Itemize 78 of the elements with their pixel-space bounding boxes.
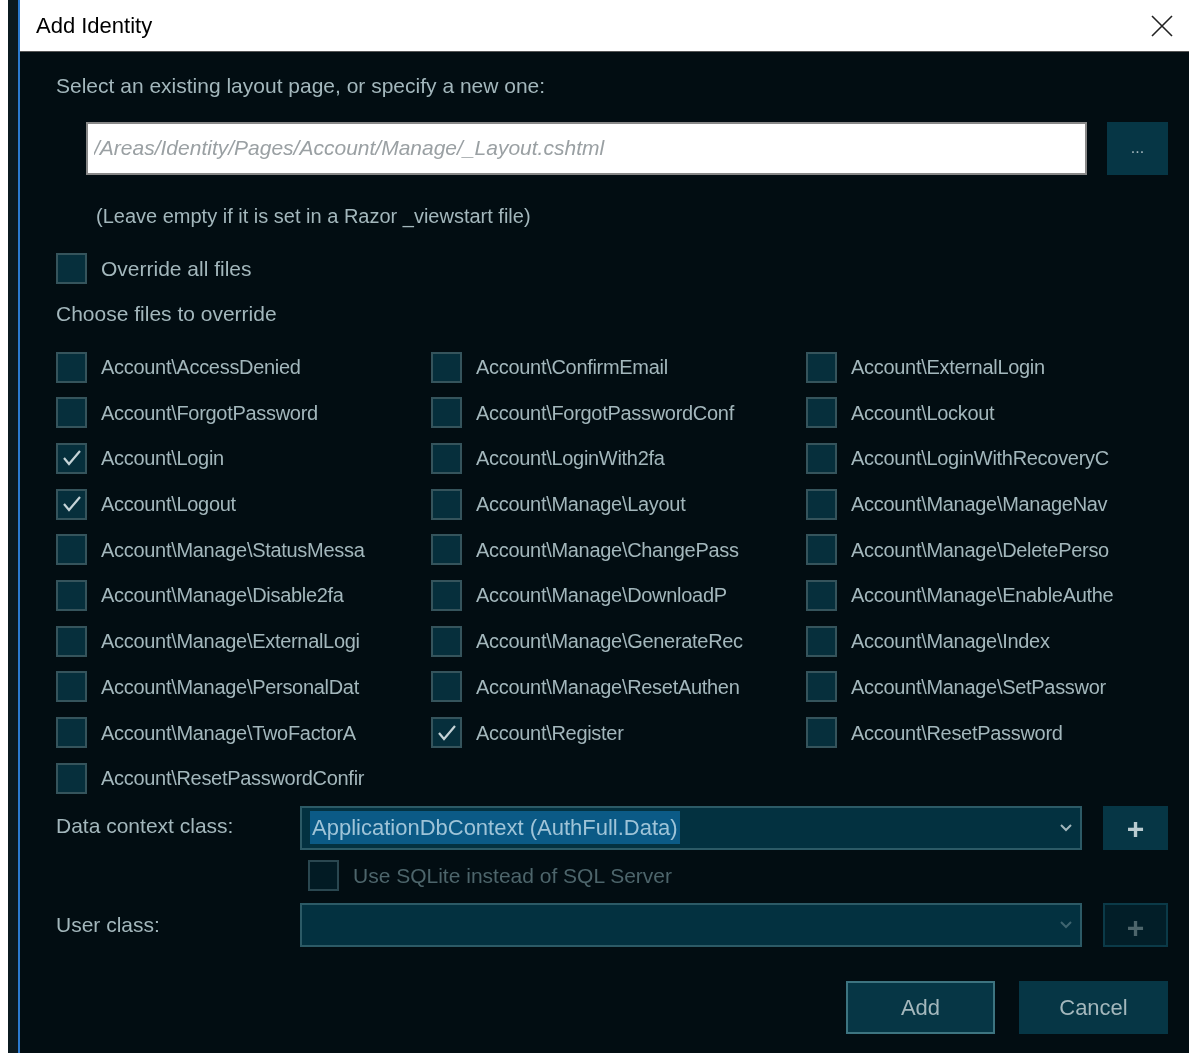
file-label: Account\Login — [101, 446, 224, 472]
file-label: Account\Manage\ExternalLogi — [101, 629, 360, 655]
file-label: Account\Lockout — [851, 400, 995, 426]
checkbox[interactable] — [806, 671, 837, 703]
file-label: Account\Manage\DownloadP — [476, 583, 727, 609]
checkbox[interactable] — [56, 397, 87, 429]
override-all-label: Override all files — [101, 255, 252, 282]
checkbox[interactable] — [56, 488, 87, 520]
dropdown-value: ApplicationDbContext (AuthFull.Data) — [310, 811, 680, 845]
checkbox[interactable] — [431, 671, 462, 703]
file-label: Account\Manage\ResetAuthen — [476, 674, 740, 700]
chevron-down-icon — [1060, 921, 1072, 930]
layout-prompt: Select an existing layout page, or specify a new one: — [56, 73, 546, 99]
checkbox[interactable] — [806, 579, 837, 611]
file-label: Account\Manage\ChangePass — [476, 537, 739, 563]
checkbox[interactable] — [56, 717, 87, 748]
file-label: Account\Manage\ManageNav — [851, 492, 1108, 518]
file-label: Account\Manage\EnableAuthe — [851, 583, 1114, 609]
checkbox[interactable] — [806, 717, 837, 748]
checkbox[interactable] — [806, 488, 837, 520]
file-label: Account\Manage\Index — [851, 629, 1050, 655]
dialog-button[interactable]: Cancel — [1019, 981, 1168, 1035]
checkbox[interactable] — [431, 625, 462, 657]
checkbox[interactable] — [431, 717, 462, 748]
checkbox[interactable] — [431, 442, 462, 474]
checkbox[interactable] — [806, 442, 837, 474]
checkmark-icon — [62, 496, 81, 513]
file-label: Account\ResetPasswordConfir — [101, 766, 365, 792]
add-context-button[interactable]: + — [1103, 805, 1168, 850]
checkbox[interactable] — [56, 534, 87, 566]
close-icon[interactable] — [1151, 14, 1173, 37]
checkbox[interactable] — [56, 252, 87, 284]
file-label: Account\Manage\SetPasswor — [851, 674, 1106, 700]
files-heading: Choose files to override — [56, 301, 277, 327]
file-label: Account\Manage\DeletePerso — [851, 537, 1109, 563]
checkbox[interactable] — [806, 534, 837, 566]
browse-button[interactable]: ... — [1107, 121, 1168, 175]
dialog-button[interactable]: Add — [846, 981, 995, 1035]
checkbox[interactable] — [431, 488, 462, 520]
file-label: Account\ConfirmEmail — [476, 355, 668, 380]
checkbox[interactable] — [431, 397, 462, 429]
data-context-dropdown[interactable]: ApplicationDbContext (AuthFull.Data) — [300, 805, 1082, 850]
file-label: Account\Manage\PersonalDat — [101, 674, 359, 700]
file-label: Account\LoginWithRecoveryC — [851, 446, 1109, 472]
file-label: Account\Manage\TwoFactorA — [101, 720, 356, 746]
checkbox[interactable] — [56, 671, 87, 703]
chevron-down-icon — [1060, 823, 1072, 832]
sqlite-label: Use SQLite instead of SQL Server — [353, 862, 673, 889]
checkbox[interactable] — [56, 625, 87, 657]
file-label: Account\ForgotPasswordConf — [476, 400, 734, 426]
checkbox[interactable] — [56, 442, 87, 474]
file-label: Account\Manage\GenerateRec — [476, 629, 743, 655]
checkbox[interactable] — [56, 351, 87, 383]
layout-hint: (Leave empty if it is set in a Razor _viewstart file) — [96, 203, 531, 230]
file-label: Account\ExternalLogin — [851, 355, 1045, 380]
user-class-label: User class: — [56, 912, 161, 939]
checkbox[interactable] — [431, 579, 462, 611]
checkbox[interactable] — [806, 397, 837, 429]
file-label: Account\ResetPassword — [851, 720, 1063, 746]
checkbox[interactable] — [56, 762, 87, 794]
checkmark-icon — [437, 724, 456, 741]
file-label: Account\Manage\Layout — [476, 492, 686, 518]
checkmark-icon — [62, 450, 81, 467]
user-class-dropdown[interactable] — [300, 903, 1082, 948]
file-label: Account\ForgotPassword — [101, 400, 318, 426]
checkbox[interactable] — [431, 534, 462, 566]
file-label: Account\LoginWith2fa — [476, 446, 665, 472]
checkbox[interactable] — [806, 625, 837, 657]
checkbox[interactable] — [431, 351, 462, 383]
file-label: Account\Logout — [101, 492, 236, 518]
file-label: Account\Manage\StatusMessa — [101, 537, 365, 563]
file-label: Account\AccessDenied — [101, 355, 301, 380]
checkbox[interactable] — [56, 579, 87, 611]
checkbox[interactable] — [806, 351, 837, 383]
window-title: Add Identity — [36, 12, 153, 40]
file-label: Account\Manage\Disable2fa — [101, 583, 344, 609]
data-context-label: Data context class: — [56, 812, 235, 839]
file-label: Account\Register — [476, 720, 624, 746]
